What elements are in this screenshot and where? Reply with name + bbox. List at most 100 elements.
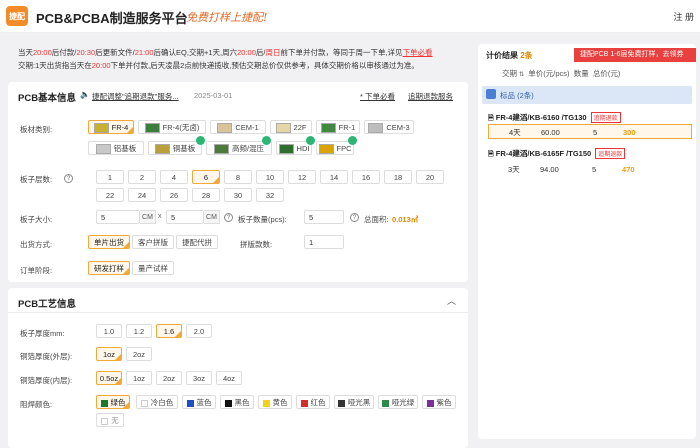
collapse-chevron-icon[interactable]: ︿: [447, 294, 456, 307]
layer-option-selected[interactable]: 6: [192, 170, 220, 184]
quote-item-2-row[interactable]: 3天 94.00 5 470: [488, 162, 692, 177]
size-label: 板子大小:: [20, 215, 53, 224]
color-dot-icon: [186, 399, 194, 407]
solder-mask-label: 阻焊颜色:: [20, 400, 53, 409]
height-unit: CM: [204, 210, 220, 224]
free-prototype-banner[interactable]: 捷配PCB 1-6层免费打样，去领券: [574, 48, 696, 62]
must-read-link-2[interactable]: * 下单必看: [360, 91, 395, 102]
mask-red[interactable]: 红色: [296, 395, 330, 409]
mask-blue[interactable]: 蓝色: [182, 395, 216, 409]
standard-group-label: 标品 (2条): [500, 91, 534, 100]
board-chip-icon: [318, 144, 334, 155]
mask-cool-white[interactable]: 冷白色: [136, 395, 178, 409]
order-stage-prototype-button[interactable]: 研发打样: [88, 261, 130, 275]
quote-sort-tabs: 交期 ⇅ 单价(元/pcs) 数量 总价(元): [502, 68, 620, 79]
layer-option[interactable]: 22: [96, 188, 124, 202]
layer-option[interactable]: 26: [160, 188, 188, 202]
refund-adjust-link[interactable]: 捷配调整"追期退款"服务...: [92, 91, 179, 102]
outer-copper-option[interactable]: 2oz: [126, 347, 152, 361]
ship-customer-panel-button[interactable]: 客户拼版: [132, 235, 174, 249]
help-icon[interactable]: ?: [350, 213, 359, 222]
layer-option[interactable]: 8: [224, 170, 252, 184]
total-area-label: 总面积:: [364, 215, 389, 224]
inner-copper-option[interactable]: 2oz: [156, 371, 182, 385]
speaker-icon: 🔈: [80, 90, 90, 99]
standard-group-band[interactable]: 标品 (2条): [482, 86, 692, 104]
mask-black[interactable]: 黑色: [220, 395, 254, 409]
mask-none[interactable]: 无: [96, 413, 124, 427]
site-slogan: 免费打样上捷配!: [186, 11, 268, 24]
help-icon[interactable]: ?: [64, 174, 73, 183]
ship-single-button[interactable]: 单片出货: [88, 235, 130, 249]
site-logo[interactable]: 捷配: [6, 6, 28, 26]
layers-label: 板子层数:: [20, 175, 53, 184]
help-icon[interactable]: ?: [224, 213, 233, 222]
thickness-option[interactable]: 1.2: [126, 324, 152, 338]
board-type-aluminum[interactable]: 铝基板: [88, 141, 144, 155]
pcb-basic-card: PCB基本信息 🔈 捷配调整"追期退款"服务... 2025-03-01 * 下…: [8, 82, 468, 282]
board-type-fr4-halogen-free[interactable]: FR-4(无卤): [138, 120, 206, 134]
sort-total[interactable]: 总价(元): [593, 69, 621, 78]
standard-product-icon: [486, 89, 496, 99]
board-chip-icon: [213, 144, 229, 155]
layer-option[interactable]: 20: [416, 170, 444, 184]
board-type-22f[interactable]: 22F: [270, 120, 312, 134]
mask-matte-black[interactable]: 哑光黑: [334, 395, 374, 409]
total-area-value: 0.013㎡: [392, 215, 419, 224]
order-stage-mass-trial-button[interactable]: 量产试样: [132, 261, 174, 275]
ship-label: 出货方式:: [20, 240, 53, 249]
site-brand: PCB&PCBA制造服务平台: [36, 11, 188, 26]
layer-option[interactable]: 32: [256, 188, 284, 202]
color-dot-icon: [101, 417, 109, 425]
inner-copper-option[interactable]: 3oz: [186, 371, 212, 385]
board-chip-icon: [217, 123, 233, 134]
sort-qty[interactable]: 数量: [574, 69, 589, 78]
mask-green[interactable]: 绿色: [96, 395, 130, 409]
refund-service-link[interactable]: 追期退款服务: [408, 91, 453, 102]
board-type-label: 板材类别:: [20, 125, 53, 134]
layer-option[interactable]: 18: [384, 170, 412, 184]
layer-option[interactable]: 24: [128, 188, 156, 202]
register-link[interactable]: 注 册: [673, 10, 694, 23]
quantity-input[interactable]: 5: [304, 210, 344, 224]
quote-panel: 计价结果 2条 捷配PCB 1-6层免费打样，去领券 交期 ⇅ 单价(元/pcs…: [478, 44, 696, 439]
thickness-option-selected[interactable]: 1.6: [156, 324, 182, 338]
inner-copper-option-selected[interactable]: 0.5oz: [96, 371, 122, 385]
height-input[interactable]: 5: [166, 210, 204, 224]
layer-option[interactable]: 12: [288, 170, 316, 184]
board-type-cem3[interactable]: CEM-3: [364, 120, 414, 134]
quote-item-2-title: 🗎 FR-4建滔/KB-6165F /TG150 追期退款: [488, 148, 626, 161]
layer-option[interactable]: 10: [256, 170, 284, 184]
thickness-option[interactable]: 2.0: [186, 324, 212, 338]
must-read-link[interactable]: 下单必看: [403, 48, 433, 57]
outer-copper-label: 铜箔厚度(外层):: [20, 352, 73, 361]
board-type-copper[interactable]: 铜基板: [148, 141, 202, 155]
inner-copper-option[interactable]: 1oz: [126, 371, 152, 385]
layer-option[interactable]: 28: [192, 188, 220, 202]
panel-count-input[interactable]: 1: [304, 235, 344, 249]
sort-unit-price[interactable]: 单价(元/pcs): [528, 69, 569, 78]
width-input[interactable]: 5: [96, 210, 140, 224]
mask-purple[interactable]: 紫色: [422, 395, 456, 409]
width-unit: CM: [140, 210, 156, 224]
layer-option[interactable]: 16: [352, 170, 380, 184]
layer-option[interactable]: 1: [96, 170, 124, 184]
board-type-fr1[interactable]: FR-1: [316, 120, 360, 134]
thickness-option[interactable]: 1.0: [96, 324, 122, 338]
layer-option[interactable]: 30: [224, 188, 252, 202]
quote-item-1-row[interactable]: 4天 60.00 5 300: [488, 124, 692, 139]
ship-jiepei-panel-button[interactable]: 捷配代拼: [176, 235, 218, 249]
inner-copper-option[interactable]: 4oz: [216, 371, 242, 385]
board-chip-icon: [154, 144, 170, 155]
new-badge-icon: [306, 136, 315, 145]
board-type-fr4[interactable]: FR-4: [88, 120, 134, 134]
mask-yellow[interactable]: 黄色: [258, 395, 292, 409]
layer-option[interactable]: 14: [320, 170, 348, 184]
mask-matte-green[interactable]: 哑光绿: [378, 395, 418, 409]
board-type-cem1[interactable]: CEM-1: [210, 120, 266, 134]
outer-copper-option-selected[interactable]: 1oz: [96, 347, 122, 361]
color-dot-icon: [337, 399, 345, 407]
layer-option[interactable]: 2: [128, 170, 156, 184]
layer-option[interactable]: 4: [160, 170, 188, 184]
sort-delivery[interactable]: 交期: [502, 69, 517, 78]
